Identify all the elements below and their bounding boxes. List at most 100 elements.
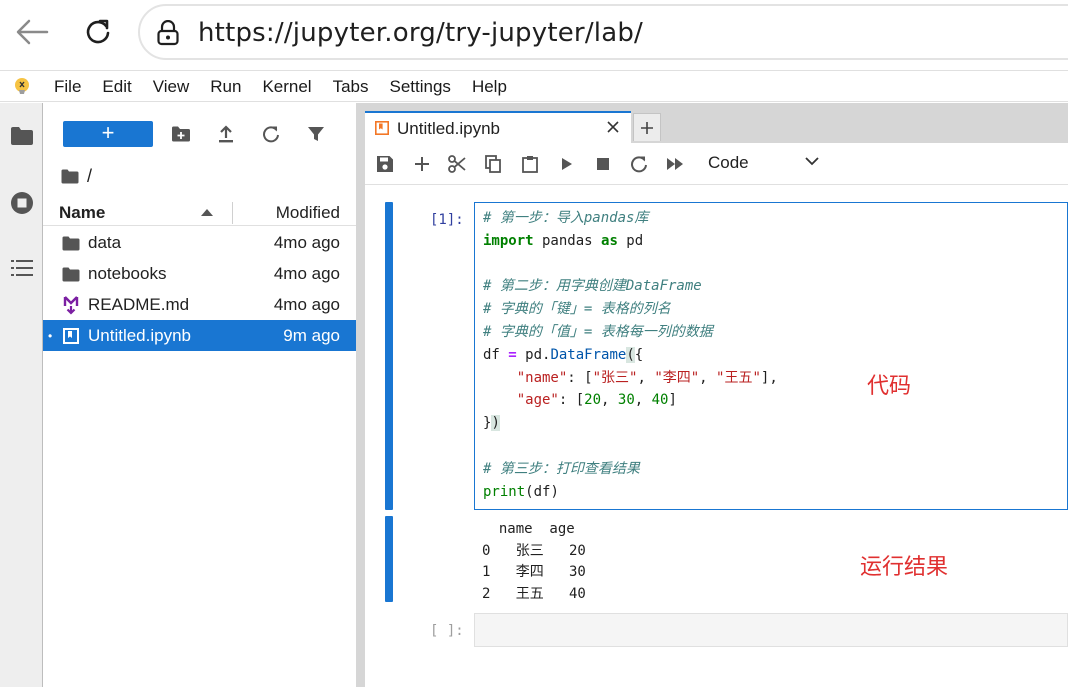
result-annotation: 运行结果 (860, 555, 949, 580)
restart-kernel-button[interactable] (629, 154, 649, 174)
left-sidebar-tabs (0, 103, 43, 687)
new-folder-icon (172, 126, 190, 142)
menu-file[interactable]: File (54, 77, 81, 97)
output-collapser[interactable] (385, 516, 393, 602)
interrupt-kernel-button[interactable] (593, 154, 613, 174)
copy-icon (485, 155, 501, 173)
filter-icon (308, 127, 324, 141)
output-line: 0 张三 20 (482, 542, 586, 559)
jupyter-menubar: File Edit View Run Kernel Tabs Settings … (0, 70, 1068, 102)
menu-settings[interactable]: Settings (390, 77, 451, 97)
name-column-header[interactable]: Name (59, 203, 105, 223)
file-list: data 4mo ago notebooks 4mo ago README.md… (43, 227, 356, 351)
folder-icon (11, 127, 33, 145)
file-row-untitled-notebook[interactable]: • Untitled.ipynb 9m ago (43, 320, 356, 351)
column-divider[interactable] (232, 202, 233, 224)
cell-input-prompt: [ ]: (430, 623, 464, 639)
file-row-notebooks[interactable]: notebooks 4mo ago (43, 258, 356, 289)
code-editor-empty[interactable] (474, 613, 1068, 647)
code-content: # 第一步：导入pandas库 import pandas as pd # 第二… (483, 210, 778, 500)
folder-icon[interactable] (61, 169, 79, 184)
notebook-toolbar: Code (365, 143, 1068, 185)
output-line: 1 李四 30 (482, 564, 586, 580)
chevron-down-icon[interactable] (805, 156, 819, 166)
menu-edit[interactable]: Edit (102, 77, 131, 97)
plus-icon (415, 157, 429, 171)
notebook-icon (61, 326, 81, 346)
new-launcher-button[interactable]: + (63, 121, 153, 147)
refresh-icon (263, 126, 279, 143)
menu-view[interactable]: View (153, 77, 190, 97)
insert-cell-button[interactable] (412, 154, 432, 174)
menu-help[interactable]: Help (472, 77, 507, 97)
modified-column-header[interactable]: Modified (276, 203, 340, 223)
clipboard-icon (522, 156, 538, 173)
reload-icon (86, 19, 110, 44)
cell-collapser[interactable] (385, 202, 393, 510)
copy-button[interactable] (483, 154, 503, 174)
code-line: # 第一步：导入pandas库 (483, 210, 649, 226)
site-info-icon[interactable] (156, 19, 180, 51)
file-browser-tab[interactable] (9, 123, 35, 149)
file-modified: 4mo ago (273, 264, 340, 283)
stop-circle-icon (11, 192, 33, 214)
run-cell-button[interactable] (557, 154, 577, 174)
cell-input-prompt: [1]: (430, 212, 464, 228)
code-editor[interactable]: # 第一步：导入pandas库 import pandas as pd # 第二… (474, 202, 1068, 510)
file-modified: 4mo ago (273, 233, 340, 252)
save-icon (377, 156, 393, 172)
menu-kernel[interactable]: Kernel (262, 77, 311, 97)
reload-button[interactable] (78, 12, 118, 52)
file-browser-panel: + / Name Modified data 4mo ago notebooks… (43, 103, 356, 687)
plus-icon (641, 121, 653, 134)
scissors-icon (448, 155, 466, 173)
code-line: # 字典的「值」= 表格每一列的数据 (483, 323, 713, 340)
running-tab[interactable] (9, 190, 35, 216)
save-button[interactable] (375, 154, 395, 174)
new-folder-button[interactable] (170, 123, 192, 145)
notebook-icon (375, 121, 389, 135)
refresh-button[interactable] (260, 123, 282, 145)
code-line: # 第二步：用字典创建DataFrame (483, 278, 702, 295)
tab-label: Untitled.ipynb (397, 119, 501, 138)
document-tab-bar: Untitled.ipynb (365, 103, 1068, 143)
menu-tabs[interactable]: Tabs (333, 77, 369, 97)
cell-type-select[interactable]: Code (708, 153, 749, 173)
restart-run-all-button[interactable] (665, 154, 685, 174)
paste-button[interactable] (520, 154, 540, 174)
address-bar[interactable]: https://jupyter.org/try-jupyter/lab/ (138, 4, 1068, 60)
tab-untitled-notebook[interactable]: Untitled.ipynb (365, 111, 631, 143)
table-of-contents-tab[interactable] (9, 255, 35, 281)
close-icon[interactable] (605, 119, 621, 135)
file-browser-toolbar: + (43, 117, 356, 151)
file-name: data (88, 233, 122, 252)
menu-run[interactable]: Run (210, 77, 241, 97)
new-tab-button[interactable] (633, 113, 661, 141)
url-text: https://jupyter.org/try-jupyter/lab/ (198, 18, 643, 48)
stop-icon (597, 158, 609, 170)
file-row-readme[interactable]: README.md 4mo ago (43, 289, 356, 320)
markdown-icon (61, 295, 81, 315)
file-name: Untitled.ipynb (88, 326, 192, 345)
play-icon (562, 158, 572, 170)
breadcrumb: / (61, 165, 92, 187)
filter-button[interactable] (305, 123, 327, 145)
output-line: name age (482, 521, 575, 537)
notebook-panel: Untitled.ipynb Code [1]: # 第一步：导入pandas库… (365, 103, 1068, 687)
fast-forward-icon (667, 158, 683, 170)
upload-button[interactable] (215, 123, 237, 145)
breadcrumb-root[interactable]: / (87, 166, 92, 187)
panel-splitter[interactable] (356, 103, 365, 687)
arrow-left-icon (16, 19, 49, 45)
cell-output: name age 0 张三 20 1 李四 30 2 王五 40 (482, 519, 586, 605)
cut-button[interactable] (447, 154, 467, 174)
code-line: # 第三步：打印查看结果 (483, 460, 640, 477)
list-icon (11, 260, 33, 276)
browser-toolbar: https://jupyter.org/try-jupyter/lab/ (0, 0, 1068, 68)
folder-icon (61, 233, 81, 253)
back-button[interactable] (12, 12, 52, 52)
file-modified: 4mo ago (273, 295, 340, 314)
output-line: 2 王五 40 (482, 585, 586, 602)
running-indicator: • (48, 329, 53, 343)
file-row-data[interactable]: data 4mo ago (43, 227, 356, 258)
